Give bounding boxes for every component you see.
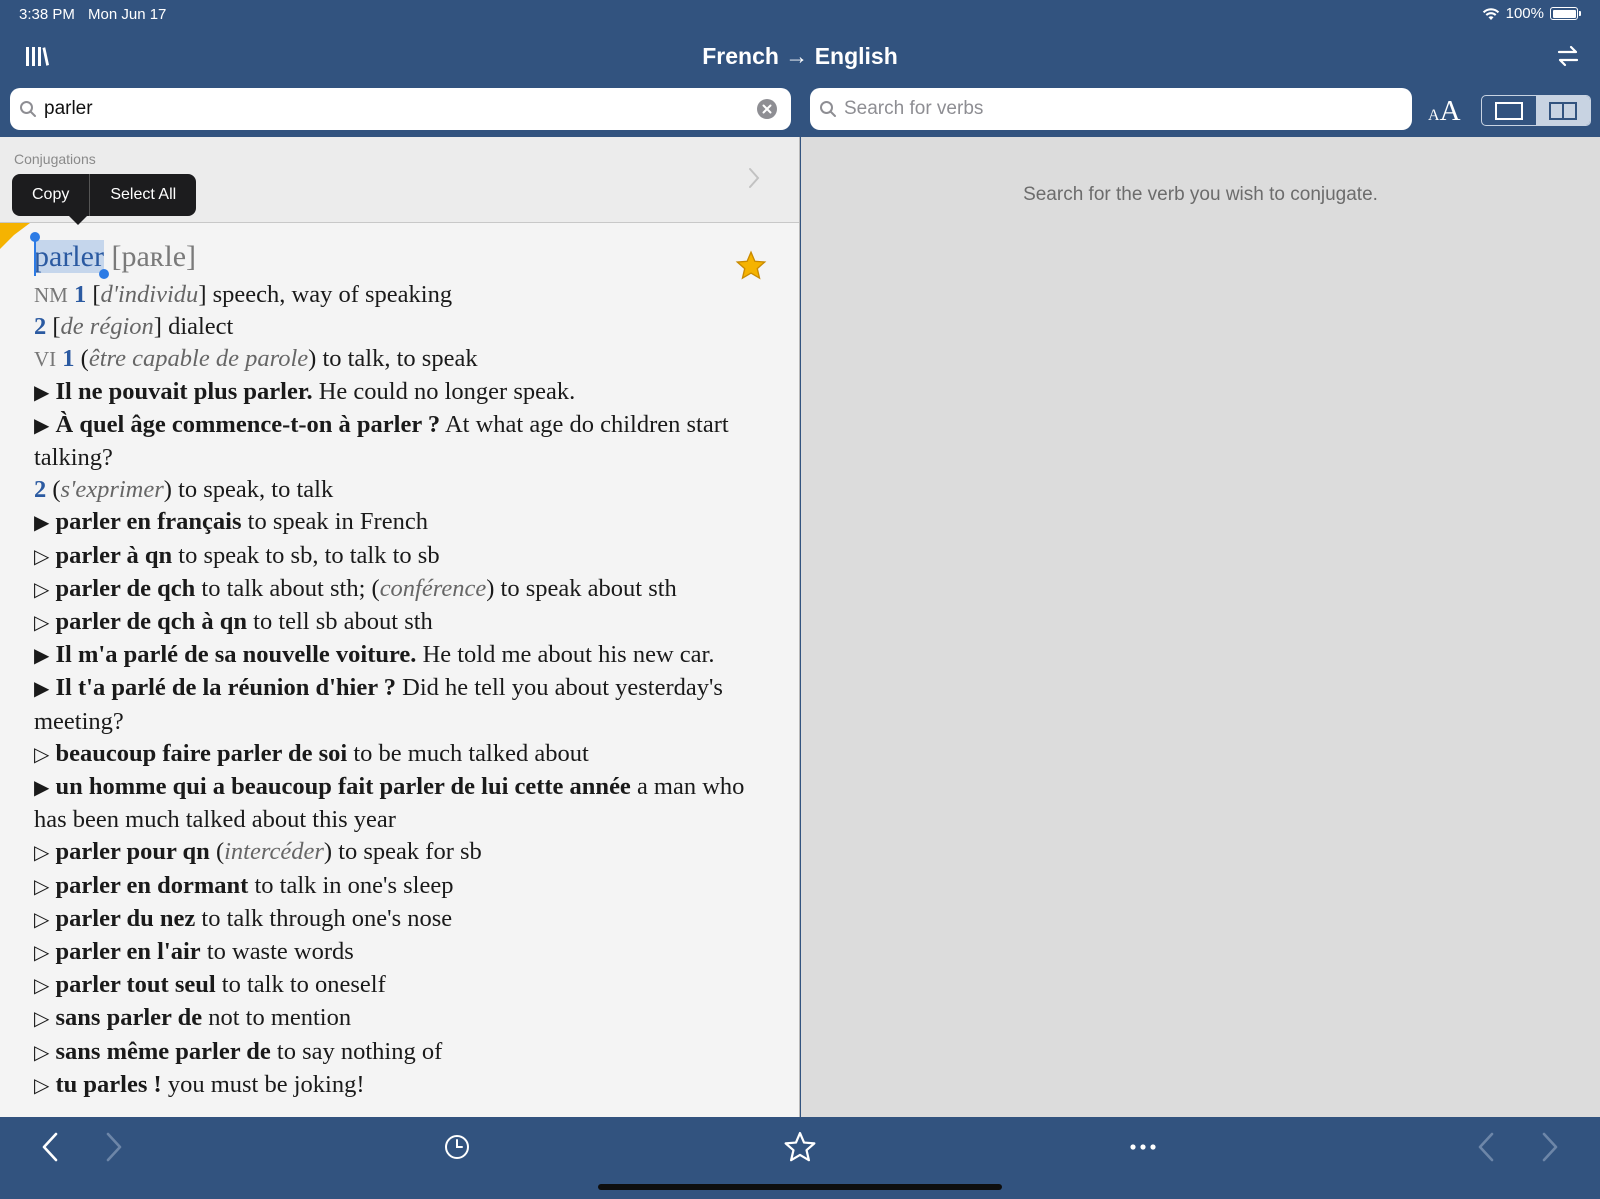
back-icon[interactable]	[40, 1131, 60, 1163]
page-title: French → English	[702, 43, 898, 69]
font-size-big-label: A	[1439, 95, 1461, 127]
example-line: ▶ un homme qui a beaucoup fait parler de…	[34, 773, 745, 834]
sense-line: 2 (s'exprimer) to speak, to talk	[34, 476, 334, 504]
example-line: ▶ Il m'a parlé de sa nouvelle voiture. H…	[34, 641, 715, 669]
phrase-line: ▷ parler de qch to talk about sth; (conf…	[34, 574, 677, 602]
phrase-line: ▷ parler du nez to talk through one's no…	[34, 904, 453, 932]
search-icon	[20, 101, 36, 117]
phrase-line: ▷ sans même parler de to say nothing of	[34, 1037, 443, 1065]
dictionary-entry: parler [paʀle] NM 1 [d'individu] speech,…	[30, 232, 754, 1102]
phrase-line: ▷ parler à qn to speak to sb, to talk to…	[34, 541, 440, 569]
phrase-line: ▷ parler tout seul to talk to oneself	[34, 971, 386, 999]
example-line: ▶ parler en français to speak in French	[34, 508, 428, 536]
phrase-line: ▷ tu parles ! you must be joking!	[34, 1070, 365, 1098]
layout-toggle[interactable]	[1481, 95, 1591, 126]
dictionary-search-field[interactable]	[10, 88, 791, 130]
headword-line: parler [paʀle]	[30, 232, 754, 279]
headword: parler	[34, 240, 104, 273]
star-icon	[0, 223, 30, 249]
select-all-menu-item[interactable]: Select All	[90, 174, 196, 216]
status-bar: 3:38 PM Mon Jun 17 100%	[0, 0, 1600, 30]
split-pane-icon[interactable]	[1535, 96, 1590, 125]
selection-end-handle[interactable]	[98, 269, 109, 279]
grammar-label: NM	[34, 283, 68, 307]
font-size-small-label: A	[1428, 107, 1440, 124]
text-context-menu: Copy Select All	[12, 174, 197, 225]
previous-entry-icon[interactable]	[1476, 1131, 1496, 1163]
battery-icon	[1550, 7, 1581, 20]
battery-percent: 100%	[1505, 5, 1544, 22]
more-icon[interactable]	[1129, 1143, 1157, 1151]
nav-bar: French → English	[0, 30, 1600, 86]
chevron-right-icon	[749, 168, 760, 188]
status-time: 3:38 PM	[19, 6, 75, 23]
sense-line: 2 [de région] dialect	[34, 313, 234, 341]
next-entry-icon[interactable]	[1540, 1131, 1560, 1163]
phrase-line: ▷ sans parler de not to mention	[34, 1004, 352, 1032]
phrase-line: ▷ parler pour qn (intercéder) to speak f…	[34, 838, 482, 866]
phonetic: [paʀle]	[111, 240, 197, 273]
sense-line: VI 1 (être capable de parole) to talk, t…	[34, 345, 478, 373]
headword-selection[interactable]: parler	[30, 232, 109, 279]
single-pane-icon[interactable]	[1482, 96, 1536, 125]
verb-search-input[interactable]	[844, 88, 1394, 130]
forward-icon[interactable]	[104, 1131, 124, 1163]
conjugation-hint: Search for the verb you wish to conjugat…	[1023, 184, 1378, 205]
phrase-line: ▷ parler en dormant to talk in one's sle…	[34, 871, 454, 899]
home-indicator[interactable]	[598, 1184, 1002, 1190]
example-line: ▶ Il t'a parlé de la réunion d'hier ? Di…	[34, 674, 723, 735]
clear-icon[interactable]	[757, 99, 777, 119]
selection-start-handle[interactable]	[30, 232, 40, 276]
conjugation-pane: Search for the verb you wish to conjugat…	[801, 137, 1600, 1117]
grammar-label: VI	[34, 347, 57, 372]
conjugations-label: Conjugations	[14, 151, 96, 167]
search-icon	[820, 101, 836, 117]
history-icon[interactable]	[443, 1133, 471, 1161]
dictionary-search-input[interactable]	[44, 88, 744, 130]
wifi-icon	[1482, 7, 1499, 20]
example-line: ▶ À quel âge commence-t-on à parler ? At…	[34, 410, 729, 472]
favorites-icon[interactable]	[783, 1131, 817, 1163]
sense-line: NM 1 [d'individu] speech, way of speakin…	[34, 281, 453, 308]
font-size-icon[interactable]: AA	[1428, 95, 1461, 128]
example-line: ▶ Il ne pouvait plus parler. He could no…	[34, 377, 576, 405]
phrase-line: ▷ parler de qch à qn to tell sb about st…	[34, 608, 433, 636]
copy-menu-item[interactable]: Copy	[12, 174, 89, 216]
phrase-line: ▷ beaucoup faire parler de soi to be muc…	[34, 739, 589, 767]
verb-search-field[interactable]	[810, 88, 1412, 130]
status-right: 100%	[1482, 5, 1581, 22]
phrase-line: ▷ parler en l'air to waste words	[34, 938, 354, 966]
swap-direction-icon[interactable]	[1556, 44, 1580, 68]
status-date: Mon Jun 17	[88, 6, 167, 23]
